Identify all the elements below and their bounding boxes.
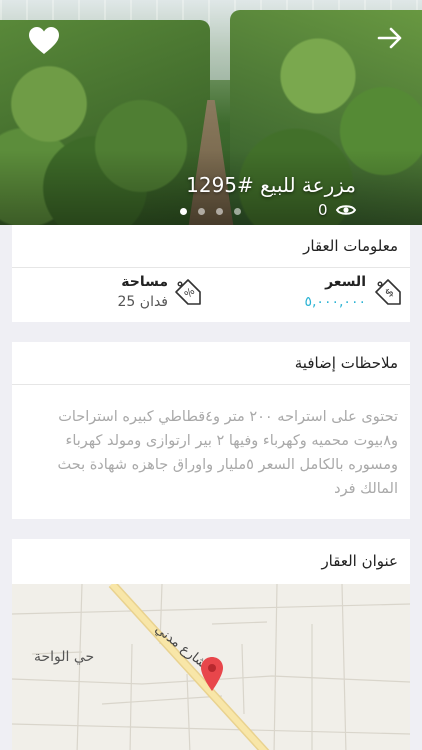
price-value: ٥,٠٠٠,٠٠٠ (304, 294, 366, 310)
slide-dot[interactable] (216, 208, 223, 215)
property-info-row: $ السعر ٥,٠٠٠,٠٠٠ % مساحة 25 فدان (12, 268, 410, 322)
area-label: مساحة (121, 274, 168, 290)
listing-title: مزرعة للبيع #1295 (186, 173, 356, 197)
area-value: 25 فدان (117, 294, 168, 310)
views-counter: 0 (318, 201, 356, 219)
slide-dot[interactable] (198, 208, 205, 215)
slide-indicator[interactable] (180, 208, 241, 215)
price-field: السعر ٥,٠٠٠,٠٠٠ (304, 274, 366, 310)
slide-dot[interactable] (234, 208, 241, 215)
property-info-header: معلومات العقار (12, 225, 410, 268)
eye-icon (335, 205, 356, 215)
area-field: مساحة 25 فدان (118, 274, 168, 310)
address-map[interactable]: حي الواحة شارع مدني (12, 584, 410, 750)
district-label: حي الواحة (34, 649, 95, 665)
slide-dot[interactable] (180, 208, 187, 215)
svg-text:$: $ (382, 286, 396, 300)
price-label: السعر (325, 274, 366, 290)
tag-percent-icon: % (175, 279, 201, 305)
address-header: عنوان العقار (321, 551, 398, 570)
views-count: 0 (318, 201, 328, 219)
svg-text:%: % (183, 286, 198, 301)
map-pin-icon[interactable] (200, 656, 224, 692)
property-info-card: معلومات العقار $ السعر ٥,٠٠٠,٠٠٠ % مساحة… (12, 225, 410, 322)
arrow-right-icon[interactable] (376, 24, 404, 52)
address-card: عنوان العقار حي الواحة شارع مدني (12, 539, 410, 750)
notes-card: ملاحظات إضافية تحتوى على استراحه ٢٠٠ متر… (12, 342, 410, 519)
tag-dollar-icon: $ (375, 279, 401, 305)
notes-text: تحتوى على استراحه ٢٠٠ متر و٤قطاطي كبيره … (57, 409, 398, 497)
hero-image[interactable]: مزرعة للبيع #1295 0 (0, 0, 422, 225)
heart-icon[interactable] (28, 26, 60, 56)
notes-header: ملاحظات إضافية (12, 342, 410, 385)
